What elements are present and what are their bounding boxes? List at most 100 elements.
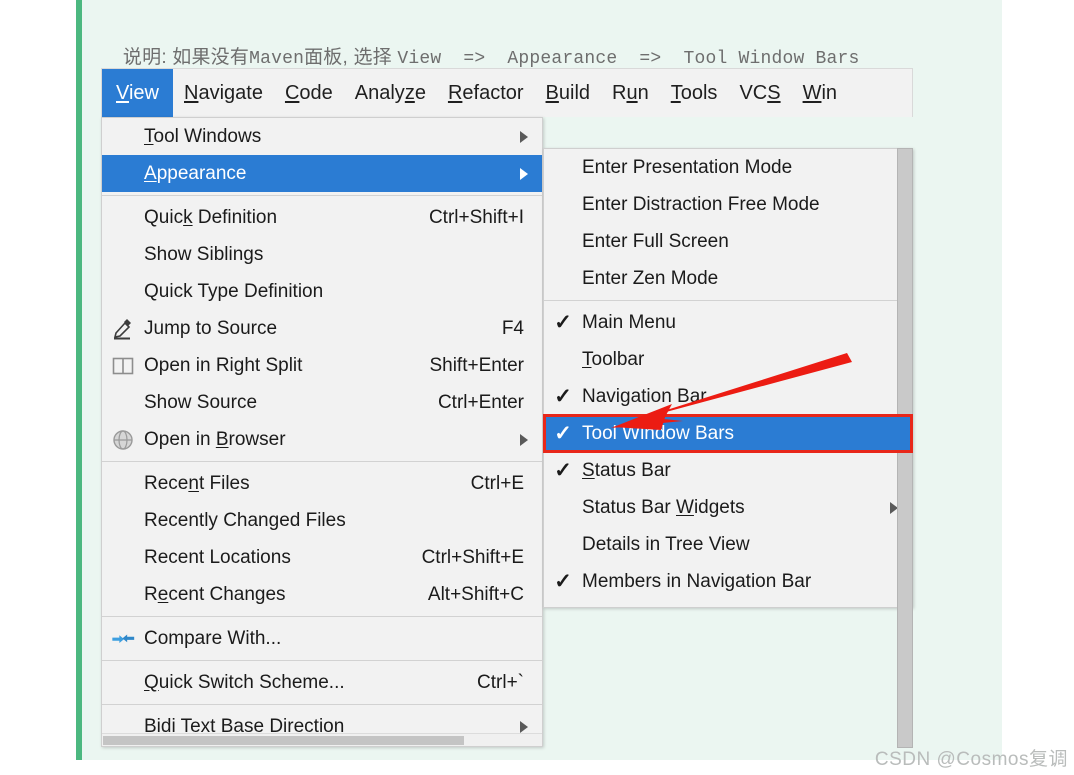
caption-prefix: 说明: 如果没有 (122, 47, 250, 68)
menu-item-tool-window-bars[interactable]: ✓ Tool Window Bars (543, 414, 913, 453)
menu-item-enter-zen-mode[interactable]: Enter Zen Mode (544, 260, 912, 297)
menubar-item-label: Build (545, 81, 591, 104)
menubar-item-label: Navigate (184, 81, 263, 104)
menu-separator (544, 300, 912, 301)
menu-item-show-siblings[interactable]: Show Siblings (102, 236, 542, 273)
menu-item-label: Show Siblings (144, 243, 264, 265)
menu-item-label: Main Menu (582, 311, 676, 333)
menu-separator (102, 704, 542, 705)
menu-item-jump-to-source[interactable]: Jump to Source F4 (102, 310, 542, 347)
menu-item-label: Details in Tree View (582, 533, 750, 555)
menu-item-label: Recent Files (144, 472, 250, 494)
menu-item-label: Status Bar Widgets (582, 496, 745, 518)
globe-icon (102, 428, 144, 452)
submenu-arrow-icon (520, 433, 528, 446)
menubar-item-build[interactable]: Build (535, 69, 601, 117)
menubar-item-run[interactable]: Run (601, 69, 660, 117)
menubar-item-label: Analyze (354, 81, 426, 104)
menu-item-status-bar-widgets[interactable]: Status Bar Widgets (544, 489, 912, 526)
menu-item-label: Enter Zen Mode (582, 267, 719, 289)
menubar-item-label: Code (284, 81, 333, 104)
menu-item-recently-changed-files[interactable]: Recently Changed Files (102, 502, 542, 539)
menu-item-navigation-bar[interactable]: ✓ Navigation Bar (544, 378, 912, 415)
caption-appearance: Appearance (507, 49, 618, 69)
menu-item-toolbar[interactable]: Toolbar (544, 341, 912, 378)
menu-item-main-menu[interactable]: ✓ Main Menu (544, 304, 912, 341)
appearance-menu-item-list: Enter Presentation Mode Enter Distraction… (543, 149, 913, 600)
menu-item-label: Appearance (144, 162, 247, 184)
menu-item-compare-with[interactable]: Compare With... (102, 620, 542, 657)
menubar-item-label: Win (802, 81, 838, 104)
caption-arrow-1: => (441, 49, 508, 69)
menubar-item-label: Tools (670, 81, 718, 104)
menubar-item-label: Run (612, 81, 649, 104)
menubar-item-navigate[interactable]: Navigate (173, 69, 274, 117)
menu-item-open-in-browser[interactable]: Open in Browser (102, 421, 542, 458)
menu-item-label: Recently Changed Files (144, 509, 346, 531)
appearance-submenu[interactable]: Enter Presentation Mode Enter Distraction… (543, 148, 913, 608)
view-menu-horizontal-scrollbar[interactable] (102, 733, 542, 746)
main-menu-bar[interactable]: View Navigate Code Analyze Refactor Build Run T… (101, 68, 913, 117)
checkmark-icon: ✓ (554, 459, 572, 482)
menu-item-shortcut: F4 (501, 317, 524, 339)
menu-item-label: Enter Full Screen (582, 230, 729, 252)
menubar-item-code[interactable]: Code (274, 69, 344, 117)
menu-item-label: Compare With... (144, 627, 282, 649)
menu-item-label: Quick Type Definition (144, 280, 324, 302)
menu-item-shortcut: Ctrl+` (477, 671, 524, 693)
menu-item-shortcut: Ctrl+Shift+E (421, 546, 524, 568)
menu-item-enter-full-screen[interactable]: Enter Full Screen (544, 223, 912, 260)
split-pane-icon (102, 355, 144, 377)
menu-item-appearance[interactable]: Appearance (102, 155, 542, 192)
view-menu-item-list: Tool Windows Appearance Quick Definition Ct… (102, 118, 542, 745)
menu-item-shortcut: Ctrl+Shift+I (428, 206, 524, 228)
menu-item-shortcut: Shift+Enter (429, 354, 524, 376)
submenu-arrow-icon (520, 130, 528, 143)
menu-separator (102, 461, 542, 462)
menu-item-label: Toolbar (582, 348, 645, 370)
menu-item-label: Jump to Source (144, 317, 278, 339)
menu-item-open-in-right-split[interactable]: Open in Right Split Shift+Enter (102, 347, 542, 384)
menu-item-details-in-tree-view[interactable]: Details in Tree View (544, 526, 912, 563)
checkmark-icon: ✓ (554, 422, 572, 445)
menu-separator (102, 660, 542, 661)
menubar-item-win[interactable]: Win (792, 69, 848, 117)
compare-icon (102, 629, 144, 649)
csdn-watermark: CSDN @Cosmos复调 (874, 749, 1068, 770)
menu-item-quick-definition[interactable]: Quick Definition Ctrl+Shift+I (102, 199, 542, 236)
menu-item-label: Members in Navigation Bar (582, 570, 812, 592)
menu-item-label: Tool Windows (144, 125, 262, 147)
view-dropdown-menu[interactable]: Tool Windows Appearance Quick Definition Ct… (101, 117, 543, 747)
menu-separator (102, 616, 542, 617)
menu-item-label: Tool Window Bars (582, 422, 735, 444)
menu-item-show-source[interactable]: Show Source Ctrl+Enter (102, 384, 542, 421)
menu-separator (102, 195, 542, 196)
menu-item-shortcut: Ctrl+E (470, 472, 524, 494)
menu-item-recent-files[interactable]: Recent Files Ctrl+E (102, 465, 542, 502)
menu-item-enter-distraction-free-mode[interactable]: Enter Distraction Free Mode (544, 186, 912, 223)
submenu-arrow-icon (520, 720, 528, 733)
menubar-item-vcs[interactable]: VCS (728, 69, 791, 117)
menu-item-recent-changes[interactable]: Recent Changes Alt+Shift+C (102, 576, 542, 613)
menu-item-members-in-navigation-bar[interactable]: ✓ Members in Navigation Bar (544, 563, 912, 600)
menu-item-tool-windows[interactable]: Tool Windows (102, 118, 542, 155)
menu-item-label: Recent Locations (144, 546, 291, 568)
menu-item-quick-type-definition[interactable]: Quick Type Definition (102, 273, 542, 310)
menu-item-label: Enter Distraction Free Mode (582, 193, 820, 215)
caption-view: View (397, 49, 442, 69)
checkmark-icon: ✓ (554, 385, 572, 408)
menu-item-quick-switch-scheme[interactable]: Quick Switch Scheme... Ctrl+` (102, 664, 542, 701)
pencil-icon (102, 317, 144, 341)
menu-item-label: Enter Presentation Mode (582, 156, 793, 178)
screenshot-canvas: 说明: 如果没有Maven面板, 选择 View => Appearance =… (0, 0, 1074, 775)
menu-item-recent-locations[interactable]: Recent Locations Ctrl+Shift+E (102, 539, 542, 576)
menubar-item-analyze[interactable]: Analyze (344, 69, 437, 117)
menubar-item-tools[interactable]: Tools (660, 69, 729, 117)
scrollbar-thumb[interactable] (103, 736, 464, 745)
menu-item-enter-presentation-mode[interactable]: Enter Presentation Mode (544, 149, 912, 186)
checkmark-icon: ✓ (554, 570, 572, 593)
menu-item-status-bar[interactable]: ✓ Status Bar (544, 452, 912, 489)
menubar-item-view[interactable]: View (102, 69, 173, 117)
menubar-item-refactor[interactable]: Refactor (437, 69, 535, 117)
menu-item-label: Recent Changes (144, 583, 286, 605)
